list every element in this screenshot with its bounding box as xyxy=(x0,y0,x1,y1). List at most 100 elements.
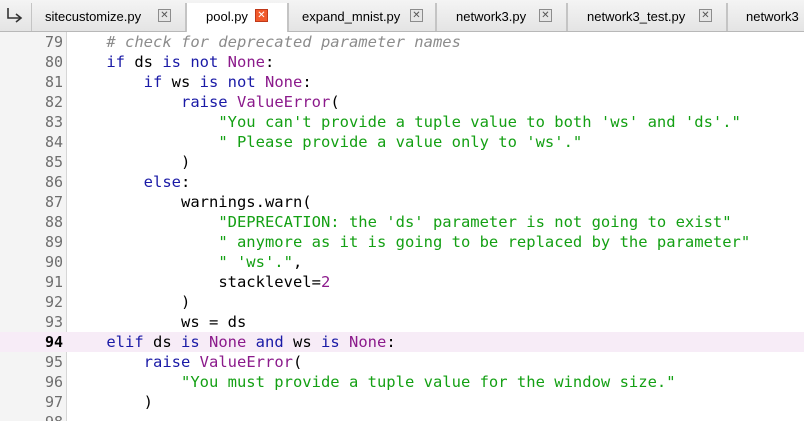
code-token: : xyxy=(180,173,191,191)
tab-network3-truncated[interactable]: network3 xyxy=(727,3,804,31)
code-line[interactable]: 88 "DEPRECATION: the 'ds' parameter is n… xyxy=(0,212,804,232)
code-token: : xyxy=(386,333,396,351)
code-line[interactable]: 83 "You can't provide a tuple value to b… xyxy=(0,112,804,132)
code-token: "DEPRECATION: the 'ds' parameter is not … xyxy=(218,213,732,231)
code-text: raise ValueError( xyxy=(69,352,303,372)
line-number: 91 xyxy=(44,273,63,291)
code-token: " 'ws'." xyxy=(218,253,293,271)
code-token: stacklevel= xyxy=(218,273,321,291)
code-token: else xyxy=(143,173,181,191)
code-token: "You must provide a tuple value for the … xyxy=(180,373,676,391)
line-number: 86 xyxy=(44,173,63,191)
code-token: if xyxy=(106,53,125,71)
tab-list-button[interactable] xyxy=(2,4,28,26)
line-number: 84 xyxy=(44,133,63,151)
code-line[interactable]: 80 if ds is not None: xyxy=(0,52,804,72)
code-token: ws xyxy=(283,333,321,351)
code-token: : xyxy=(302,73,312,91)
code-token: 2 xyxy=(320,273,331,291)
code-token: " Please provide a value only to 'ws'." xyxy=(218,133,583,151)
code-text: ws = ds xyxy=(69,312,246,332)
tab-label: expand_mnist.py xyxy=(302,9,401,24)
tab-network3-test[interactable]: network3_test.py ✕ xyxy=(567,3,727,31)
code-line[interactable]: 82 raise ValueError( xyxy=(0,92,804,112)
code-text: ) xyxy=(69,392,153,412)
code-line[interactable]: 89 " anymore as it is going to be replac… xyxy=(0,232,804,252)
code-line[interactable]: 92 ) xyxy=(0,292,804,312)
tab-sitecustomize[interactable]: sitecustomize.py ✕ xyxy=(31,3,186,31)
code-text: if ds is not None: xyxy=(69,52,274,72)
code-line[interactable]: 79 # check for deprecated parameter name… xyxy=(0,32,804,52)
code-token: ) xyxy=(143,393,153,411)
close-icon[interactable]: ✕ xyxy=(539,9,552,22)
line-number: 83 xyxy=(44,113,63,131)
code-token: warnings.warn( xyxy=(180,193,312,211)
close-icon[interactable]: ✕ xyxy=(410,9,423,22)
code-line[interactable]: 94 elif ds is None and ws is None: xyxy=(0,332,804,352)
tab-label: pool.py xyxy=(206,9,248,24)
code-token: None xyxy=(265,73,303,91)
line-number: 87 xyxy=(44,193,63,211)
close-icon[interactable]: ✕ xyxy=(699,9,712,22)
close-icon[interactable]: ✕ xyxy=(255,9,268,22)
code-token: raise xyxy=(180,93,228,111)
code-editor[interactable]: 79 # check for deprecated parameter name… xyxy=(0,32,804,421)
code-line[interactable]: 91 stacklevel=2 xyxy=(0,272,804,292)
code-token: None xyxy=(227,53,265,71)
code-token: is not xyxy=(162,53,219,71)
code-line[interactable]: 96 "You must provide a tuple value for t… xyxy=(0,372,804,392)
code-token: ( xyxy=(330,93,340,111)
close-icon[interactable]: ✕ xyxy=(158,9,171,22)
code-line[interactable]: 85 ) xyxy=(0,152,804,172)
code-line[interactable]: 98 xyxy=(0,412,804,421)
code-text: warnings.warn( xyxy=(69,192,312,212)
line-number: 80 xyxy=(44,53,63,71)
code-token: ws xyxy=(162,73,200,91)
tab-label: sitecustomize.py xyxy=(45,9,142,24)
code-line[interactable]: 95 raise ValueError( xyxy=(0,352,804,372)
code-line[interactable]: 93 ws = ds xyxy=(0,312,804,332)
tab-pool[interactable]: pool.py ✕ xyxy=(186,3,288,32)
code-text: " 'ws'.", xyxy=(69,252,302,272)
code-token: is xyxy=(180,333,200,351)
line-number: 81 xyxy=(44,73,63,91)
code-token: "You can't provide a tuple value to both… xyxy=(218,113,741,131)
tab-label: network3_test.py xyxy=(587,9,686,24)
line-number: 98 xyxy=(0,412,63,421)
tab-label: network3.py xyxy=(456,9,527,24)
code-token: ) xyxy=(180,293,191,311)
line-number: 89 xyxy=(44,233,63,251)
tab-label: network3 xyxy=(746,9,799,24)
line-number: 95 xyxy=(44,353,63,371)
line-number: 92 xyxy=(44,293,63,311)
code-token: elif xyxy=(106,333,144,351)
code-line[interactable]: 84 " Please provide a value only to 'ws'… xyxy=(0,132,804,152)
code-text: " anymore as it is going to be replaced … xyxy=(69,232,750,252)
code-text: ) xyxy=(69,152,190,172)
code-line[interactable]: 86 else: xyxy=(0,172,804,192)
tab-expand-mnist[interactable]: expand_mnist.py ✕ xyxy=(288,3,436,31)
code-line[interactable]: 81 if ws is not None: xyxy=(0,72,804,92)
code-line[interactable]: 90 " 'ws'.", xyxy=(0,252,804,272)
code-line[interactable]: 97 ) xyxy=(0,392,804,412)
code-token: is xyxy=(321,333,340,351)
code-token: is not xyxy=(199,73,256,91)
code-text: "You can't provide a tuple value to both… xyxy=(69,112,741,132)
code-line[interactable]: 87 warnings.warn( xyxy=(0,192,804,212)
tab-network3[interactable]: network3.py ✕ xyxy=(436,3,567,31)
